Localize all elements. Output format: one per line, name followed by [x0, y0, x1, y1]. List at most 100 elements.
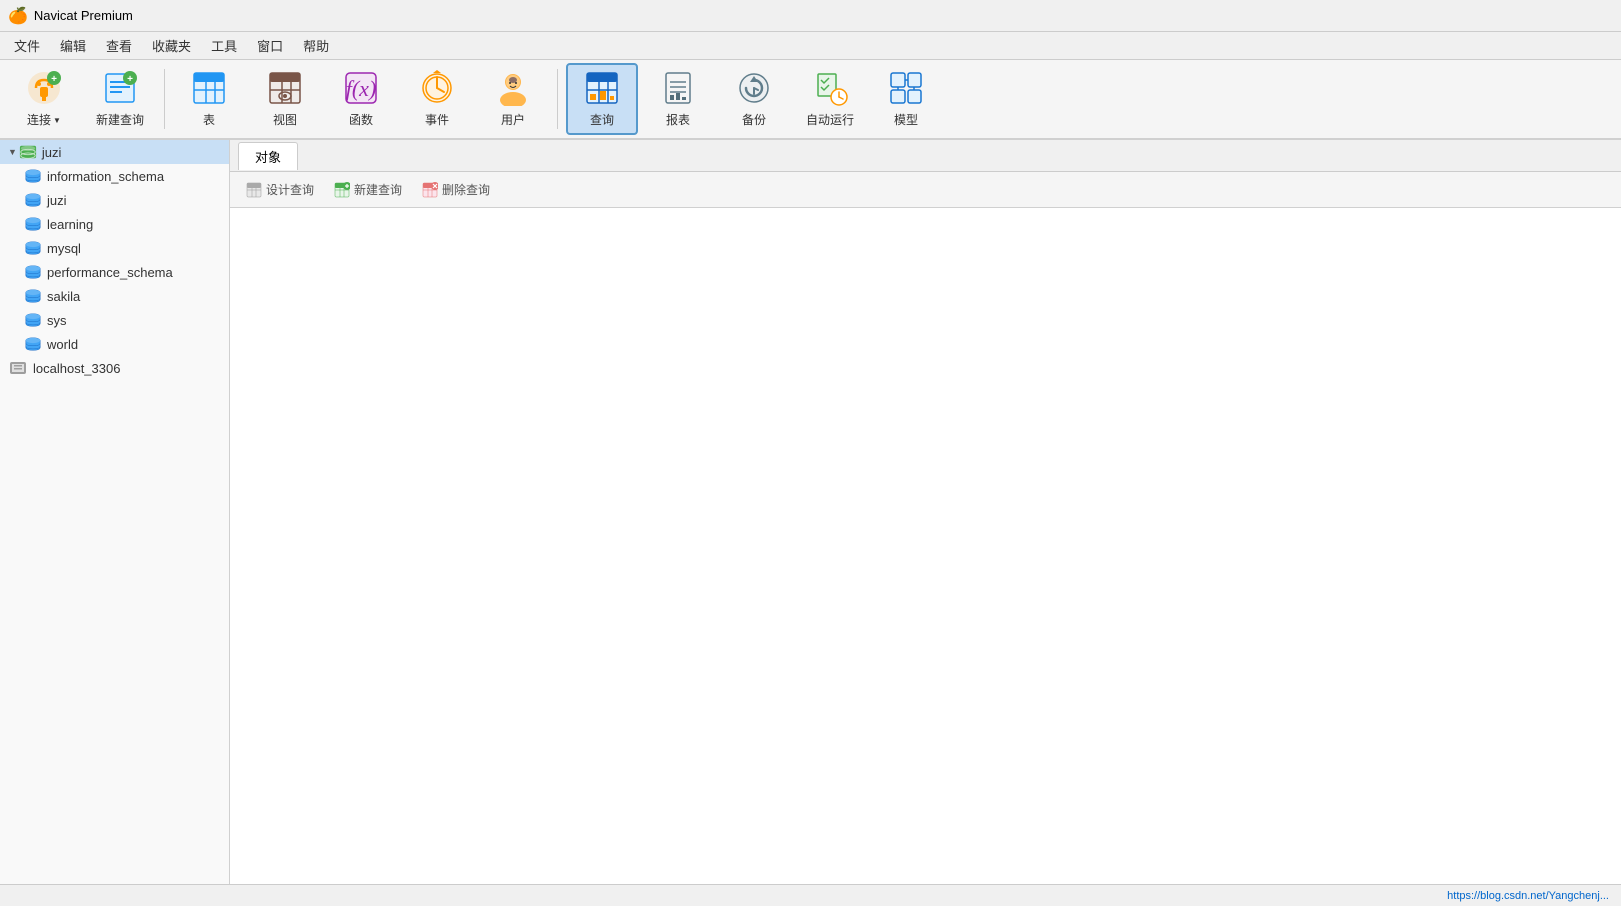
sidebar-sys-label: sys [47, 313, 67, 328]
toolbar-table-btn[interactable]: 表 [173, 63, 245, 135]
db-icon-juzi [24, 192, 42, 208]
event-label: 事件 [425, 113, 449, 127]
status-bar: https://blog.csdn.net/Yangchenj... [0, 884, 1621, 906]
toolbar: + 连接 ▼ + 新建查询 [0, 60, 1621, 140]
toolbar-separator-1 [164, 69, 165, 129]
toolbar-report-btn[interactable]: 报表 [642, 63, 714, 135]
toolbar-event-btn[interactable]: 事件 [401, 63, 473, 135]
backup-label: 备份 [742, 113, 766, 127]
design-query-icon [246, 182, 262, 198]
delete-query-icon [422, 182, 438, 198]
sidebar-item-performance-schema[interactable]: performance_schema [0, 260, 229, 284]
model-icon [888, 70, 924, 111]
content-toolbar: 设计查询 新建查询 [230, 172, 1621, 208]
sidebar-item-learning[interactable]: learning [0, 212, 229, 236]
autorun-icon [812, 70, 848, 111]
menu-bar: 文件 编辑 查看 收藏夹 工具 窗口 帮助 [0, 32, 1621, 60]
toolbar-backup-btn[interactable]: 备份 [718, 63, 790, 135]
sidebar-item-mysql[interactable]: mysql [0, 236, 229, 260]
connect-dropdown-icon: ▼ [53, 116, 61, 125]
user-icon [495, 70, 531, 111]
function-label: 函数 [349, 113, 373, 127]
app-icon: 🍊 [8, 6, 28, 26]
newquery-label: 新建查询 [96, 113, 144, 127]
toolbar-user-btn[interactable]: 用户 [477, 63, 549, 135]
app-title: Navicat Premium [34, 8, 133, 23]
toolbar-function-btn[interactable]: f(x) 函数 [325, 63, 397, 135]
connect-label: 连接 [27, 113, 51, 127]
model-label: 模型 [894, 113, 918, 127]
localhost-icon [8, 360, 28, 376]
delete-query-label: 删除查询 [442, 181, 490, 198]
connect-icon: + [26, 70, 62, 111]
query-label: 查询 [590, 113, 614, 127]
view-icon [267, 70, 303, 111]
db-icon-perf [24, 264, 42, 280]
toolbar-autorun-btn[interactable]: 自动运行 [794, 63, 866, 135]
toolbar-view-btn[interactable]: 视图 [249, 63, 321, 135]
toolbar-newquery-btn[interactable]: + 新建查询 [84, 63, 156, 135]
user-label: 用户 [501, 113, 525, 127]
menu-view[interactable]: 查看 [96, 34, 142, 57]
title-bar: 🍊 Navicat Premium [0, 0, 1621, 32]
toolbar-connect-btn[interactable]: + 连接 ▼ [8, 63, 80, 135]
menu-file[interactable]: 文件 [4, 34, 50, 57]
autorun-label: 自动运行 [806, 113, 854, 127]
menu-edit[interactable]: 编辑 [50, 34, 96, 57]
sidebar-item-localhost[interactable]: localhost_3306 [0, 356, 229, 380]
report-icon [660, 70, 696, 111]
sidebar-juzi-db-label: juzi [47, 193, 67, 208]
sidebar-item-juzi[interactable]: ▼ juzi [0, 140, 229, 164]
sidebar-item-sakila[interactable]: sakila [0, 284, 229, 308]
design-query-btn[interactable]: 设计查询 [238, 178, 322, 201]
db-icon-learning [24, 216, 42, 232]
event-icon [419, 70, 455, 111]
expand-arrow-icon: ▼ [8, 147, 17, 157]
sidebar-world-label: world [47, 337, 78, 352]
sidebar: ▼ juzi information_schema [0, 140, 230, 906]
toolbar-query-btn[interactable]: 查询 [566, 63, 638, 135]
sidebar-localhost-label: localhost_3306 [33, 361, 120, 376]
sidebar-item-sys[interactable]: sys [0, 308, 229, 332]
menu-help[interactable]: 帮助 [293, 34, 339, 57]
new-query-action-btn[interactable]: 新建查询 [326, 178, 410, 201]
query-icon [584, 70, 620, 111]
newquery-icon: + [102, 70, 138, 111]
sidebar-juzi-label: juzi [42, 145, 62, 160]
menu-tools[interactable]: 工具 [201, 34, 247, 57]
svg-text:f(x): f(x) [346, 76, 377, 101]
delete-query-btn[interactable]: 删除查询 [414, 178, 498, 201]
menu-favorites[interactable]: 收藏夹 [142, 34, 201, 57]
main-area: ▼ juzi information_schema [0, 140, 1621, 906]
svg-text:+: + [127, 74, 133, 85]
content-body [230, 208, 1621, 906]
db-icon-info [24, 168, 42, 184]
sidebar-info-schema-label: information_schema [47, 169, 164, 184]
new-query-action-label: 新建查询 [354, 181, 402, 198]
sidebar-sakila-label: sakila [47, 289, 80, 304]
content-tabs: 对象 [230, 140, 1621, 172]
sidebar-perf-schema-label: performance_schema [47, 265, 173, 280]
tab-objects[interactable]: 对象 [238, 142, 298, 170]
db-icon-world [24, 336, 42, 352]
view-label: 视图 [273, 113, 297, 127]
toolbar-model-btn[interactable]: 模型 [870, 63, 942, 135]
sidebar-item-juzi-db[interactable]: juzi [0, 188, 229, 212]
toolbar-separator-2 [557, 69, 558, 129]
svg-text:+: + [51, 74, 57, 85]
db-icon-sys [24, 312, 42, 328]
status-url: https://blog.csdn.net/Yangchenj... [1447, 890, 1609, 902]
function-icon: f(x) [343, 70, 379, 111]
db-icon-mysql [24, 240, 42, 256]
content-area: 对象 设计查询 [230, 140, 1621, 906]
table-label: 表 [203, 113, 215, 127]
menu-window[interactable]: 窗口 [247, 34, 293, 57]
db-icon-sakila [24, 288, 42, 304]
sidebar-item-information-schema[interactable]: information_schema [0, 164, 229, 188]
juzi-conn-icon [19, 144, 37, 160]
report-label: 报表 [666, 113, 690, 127]
new-query-action-icon [334, 182, 350, 198]
design-query-label: 设计查询 [266, 181, 314, 198]
sidebar-mysql-label: mysql [47, 241, 81, 256]
sidebar-item-world[interactable]: world [0, 332, 229, 356]
